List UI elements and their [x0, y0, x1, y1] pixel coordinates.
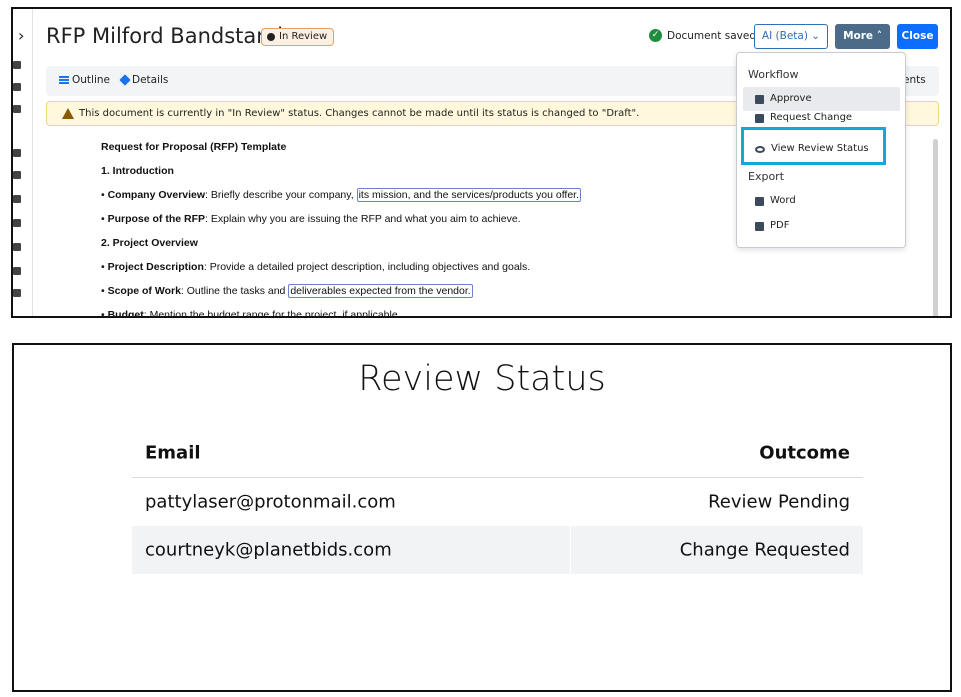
menu-item-request-change[interactable]: Request Change: [743, 111, 900, 125]
tab-outline[interactable]: Outline: [59, 74, 110, 86]
status-dot-icon: [267, 33, 275, 41]
column-header-email: Email: [145, 442, 201, 463]
doc-bullet: • Project Description: Provide a detaile…: [101, 261, 531, 273]
chevron-up-icon: ˄: [876, 30, 882, 42]
tab-comments[interactable]: ents: [903, 74, 926, 86]
chevron-down-icon: ⌄: [811, 30, 821, 42]
table-header: Email Outcome: [132, 428, 863, 478]
export-header: Export: [748, 170, 785, 183]
doc-bullet: • Scope of Work: Outline the tasks and d…: [101, 284, 473, 298]
ai-beta-button[interactable]: AI (Beta) ⌄: [754, 24, 828, 49]
more-button[interactable]: More ˄: [835, 24, 890, 49]
editor-panel: › RFP Milford Bandstand In Review ✓ Docu…: [11, 7, 952, 318]
left-rail: ›: [13, 9, 33, 316]
doc-bullet: • Company Overview: Briefly describe you…: [101, 188, 582, 202]
cell-divider: [570, 526, 571, 574]
warning-text: This document is currently in "In Review…: [79, 108, 640, 119]
list-icon: [59, 76, 69, 84]
menu-item-label: Approve: [770, 93, 812, 104]
status-badge: In Review: [261, 28, 335, 46]
rail-tool-icon[interactable]: [13, 243, 21, 251]
doc-bullet: • Budget: Mention the budget range for t…: [101, 309, 401, 318]
doc-heading: Request for Proposal (RFP) Template: [101, 141, 287, 153]
more-label: More: [843, 30, 874, 42]
review-status-table: Email Outcome pattylaser@protonmail.com …: [132, 428, 863, 574]
tab-outline-label: Outline: [72, 74, 110, 86]
ai-beta-label: AI (Beta): [761, 30, 808, 42]
save-status-label: Document saved.: [667, 29, 760, 42]
rail-tool-icon[interactable]: [13, 61, 21, 69]
column-header-outcome: Outcome: [759, 442, 850, 463]
rail-tool-icon[interactable]: [13, 195, 21, 203]
callout-highlight-box: [741, 127, 886, 165]
review-outcome: Change Requested: [679, 539, 850, 561]
word-file-icon: [755, 196, 764, 206]
tab-details-label: Details: [132, 74, 169, 86]
doc-bullet: • Purpose of the RFP: Explain why you ar…: [101, 213, 521, 225]
save-status: ✓ Document saved.: [649, 29, 759, 42]
thumbs-down-icon: [755, 113, 764, 123]
review-status-panel: Review Status Email Outcome pattylaser@p…: [12, 343, 952, 692]
rail-tool-icon[interactable]: [13, 219, 21, 227]
comment-highlight[interactable]: its mission, and the services/products y…: [356, 188, 582, 202]
thumbs-up-icon: [755, 94, 764, 104]
warning-icon: [62, 108, 74, 119]
document-scrollbar[interactable]: [933, 139, 938, 316]
menu-item-approve[interactable]: Approve: [743, 87, 900, 111]
menu-item-word[interactable]: Word: [743, 189, 900, 213]
rail-tool-icon[interactable]: [13, 105, 21, 113]
tag-icon: [119, 74, 131, 86]
rail-tool-icon[interactable]: [13, 267, 21, 275]
tab-details[interactable]: Details: [119, 74, 169, 86]
tab-comments-label: ents: [903, 74, 926, 86]
rail-tool-icon[interactable]: [13, 149, 21, 157]
chevron-right-icon[interactable]: ›: [18, 26, 24, 45]
menu-item-label: Request Change: [770, 112, 853, 123]
pdf-file-icon: [755, 221, 764, 231]
comment-highlight[interactable]: deliverables expected from the vendor.: [288, 284, 473, 298]
menu-item-label: PDF: [770, 220, 790, 231]
rail-tool-icon[interactable]: [13, 171, 21, 179]
doc-section-heading: 1. Introduction: [101, 165, 174, 177]
review-outcome: Review Pending: [708, 491, 850, 513]
reviewer-email: pattylaser@protonmail.com: [145, 491, 396, 513]
check-circle-icon: ✓: [649, 29, 662, 42]
menu-item-label: Word: [770, 195, 796, 206]
review-status-title: Review Status: [358, 359, 606, 399]
rail-tool-icon[interactable]: [13, 289, 21, 297]
document-title: RFP Milford Bandstand: [46, 24, 283, 48]
doc-section-heading: 2. Project Overview: [101, 237, 198, 249]
close-button[interactable]: Close: [897, 24, 938, 49]
table-row: pattylaser@protonmail.com Review Pending: [132, 478, 863, 526]
reviewer-email: courtneyk@planetbids.com: [145, 539, 392, 561]
status-badge-label: In Review: [279, 31, 328, 42]
table-row: courtneyk@planetbids.com Change Requeste…: [132, 526, 863, 574]
workflow-header: Workflow: [748, 68, 799, 81]
menu-item-pdf[interactable]: PDF: [743, 214, 900, 238]
rail-tool-icon[interactable]: [13, 83, 21, 91]
